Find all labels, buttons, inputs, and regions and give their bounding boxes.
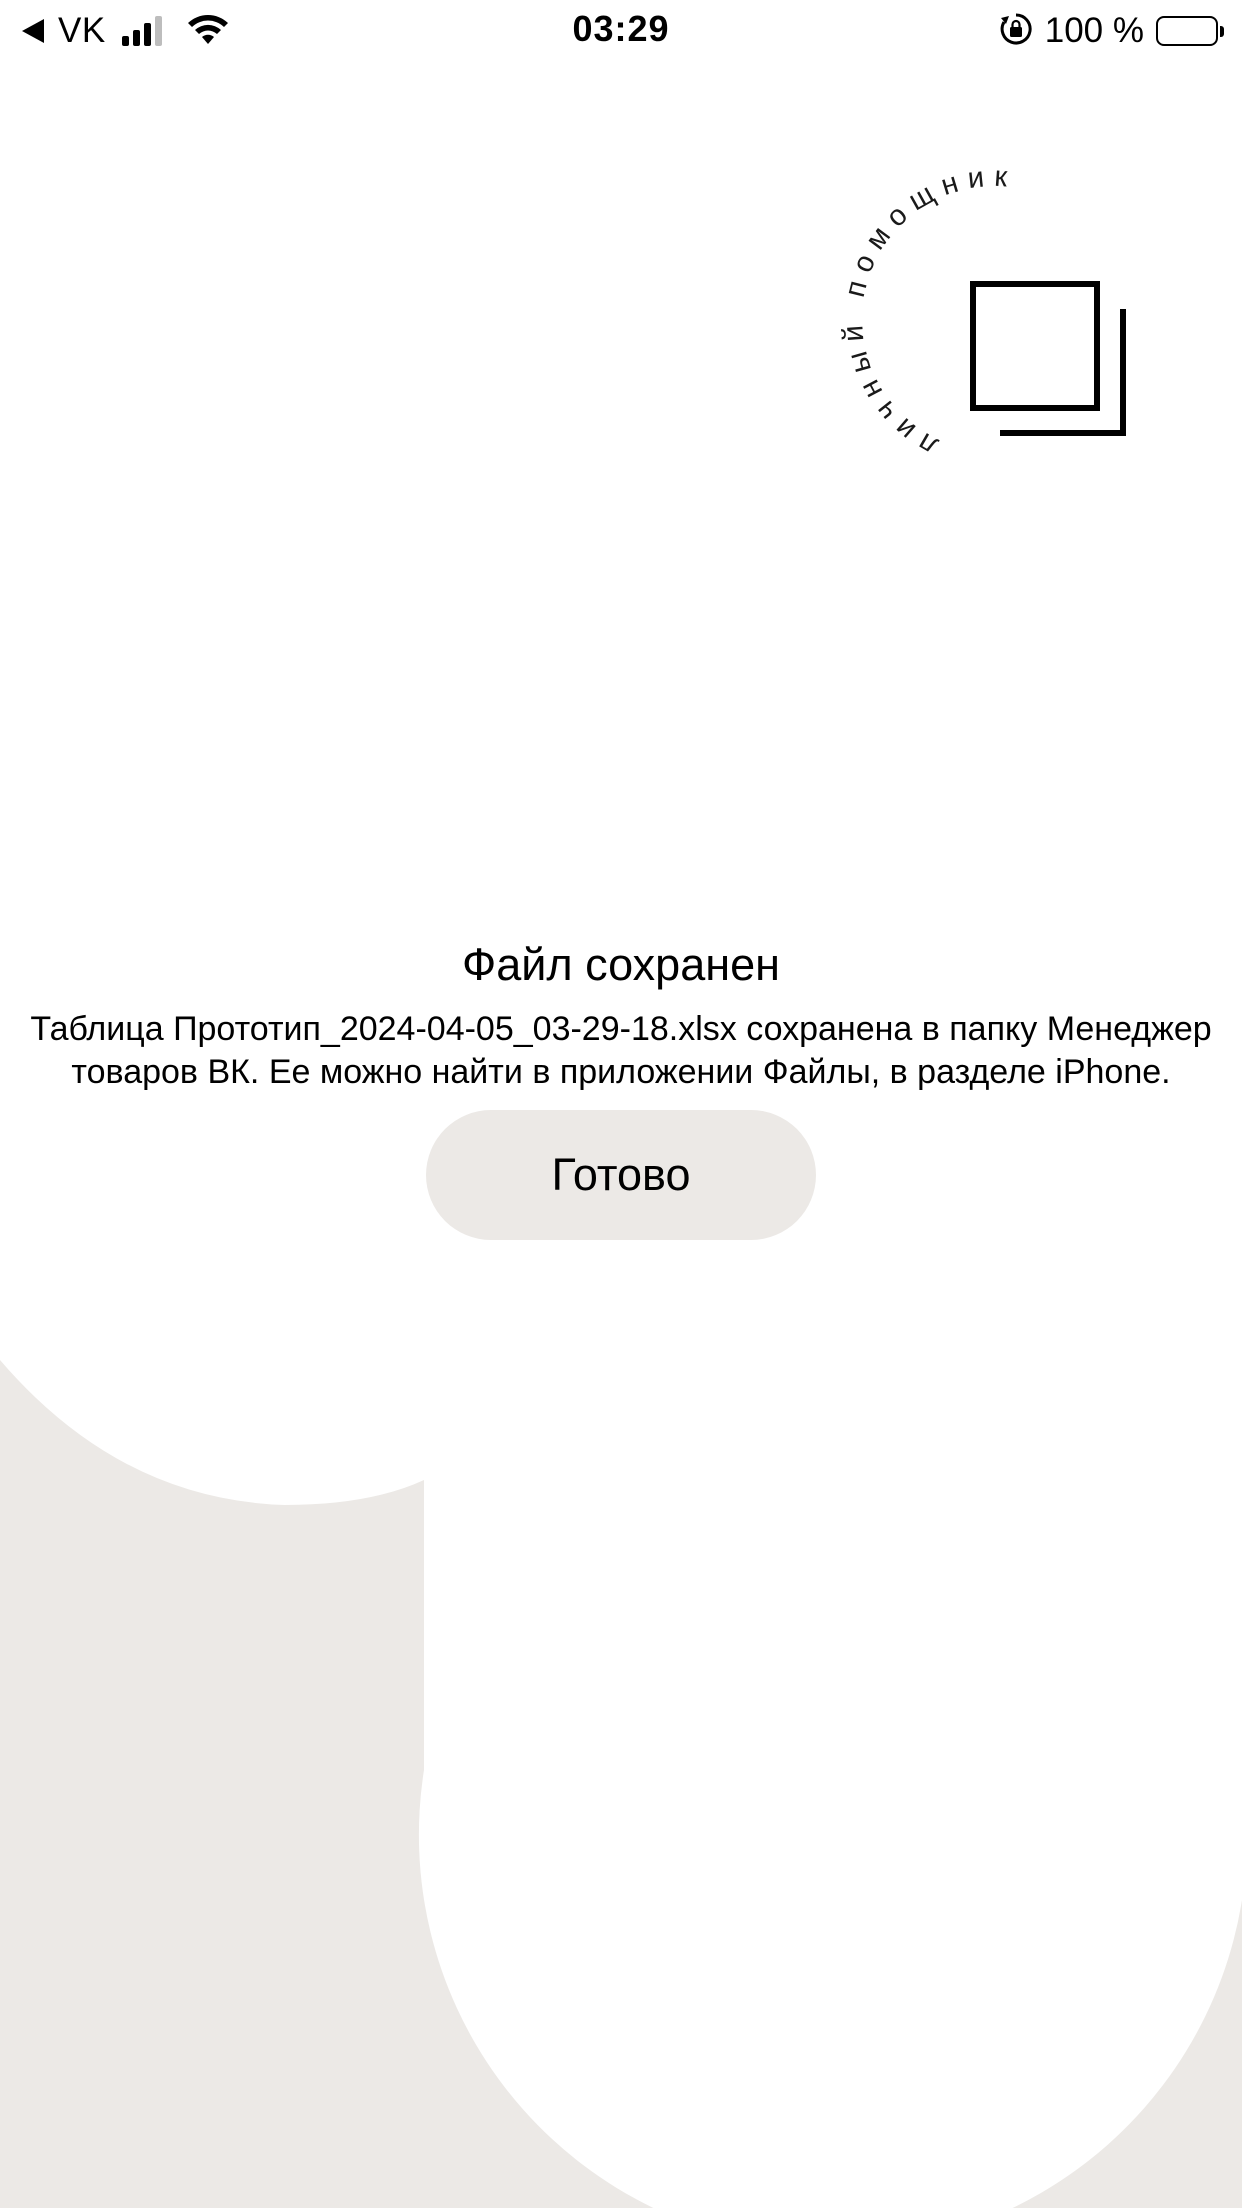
status-bar-right: 100 % bbox=[999, 10, 1224, 52]
dialog-message: Таблица Прототип_2024-04-05_03-29-18.xls… bbox=[30, 1010, 1212, 1091]
file-saved-dialog: Файл сохранен Таблица Прототип_2024-04-0… bbox=[0, 930, 1242, 1240]
done-button[interactable]: Готово bbox=[426, 1110, 816, 1240]
status-bar: VK 03:29 100 % bbox=[0, 0, 1242, 62]
logo-curved-text: личный помощник bbox=[837, 161, 1018, 463]
orientation-lock-icon bbox=[999, 12, 1033, 51]
logo-graphic: личный помощник bbox=[837, 161, 1126, 463]
app-logo: личный помощник bbox=[800, 150, 1160, 470]
battery-percentage: 100 % bbox=[1044, 11, 1144, 50]
stacked-squares-icon bbox=[970, 281, 1126, 436]
background-beige-shape bbox=[0, 1360, 1242, 2208]
battery-icon bbox=[1156, 16, 1224, 46]
dialog-title: Файл сохранен bbox=[462, 939, 780, 990]
app-screen: VK 03:29 100 % личный помощник Файл сохр… bbox=[0, 0, 1242, 2208]
